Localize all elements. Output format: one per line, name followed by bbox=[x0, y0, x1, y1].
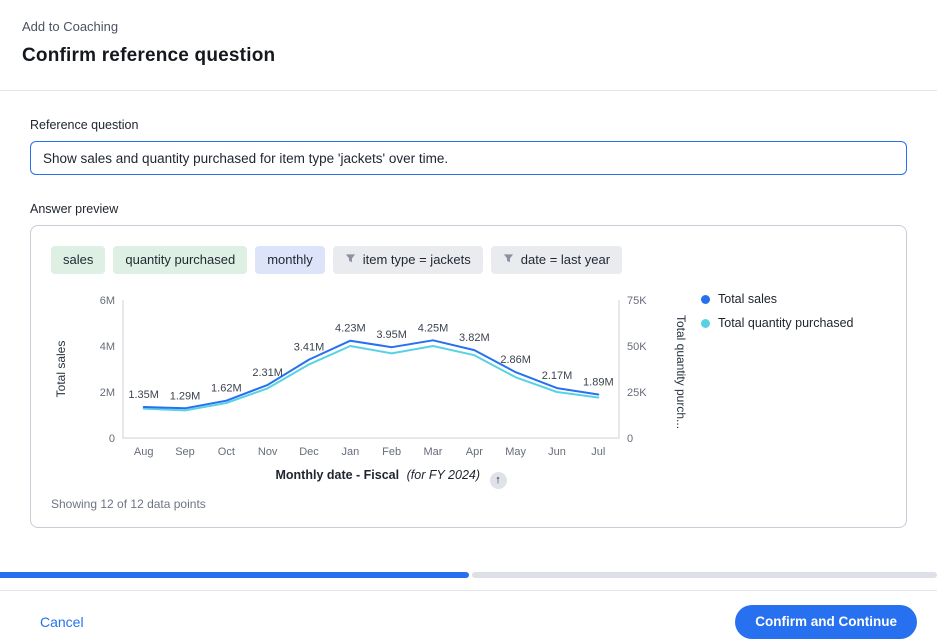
chip-label: monthly bbox=[267, 252, 313, 268]
dialog-header: Add to Coaching Confirm reference questi… bbox=[0, 0, 937, 68]
svg-text:Apr: Apr bbox=[466, 446, 483, 458]
confirm-reference-question-dialog: { "header": { "eyebrow": "Add to Coachin… bbox=[0, 0, 937, 642]
y2-axis-title: Total quantity purch... bbox=[674, 315, 688, 429]
reference-question-input[interactable] bbox=[30, 141, 907, 175]
svg-text:4M: 4M bbox=[100, 341, 115, 353]
dialog-footer: Cancel Confirm and Continue bbox=[0, 590, 937, 639]
svg-text:Nov: Nov bbox=[258, 446, 278, 458]
chart-area: Total sales 6M 4M 2M 0 75K 50K 25K 0 Aug Sep Oct No… bbox=[51, 286, 886, 489]
svg-text:2.17M: 2.17M bbox=[542, 370, 573, 382]
chip-label: sales bbox=[63, 252, 93, 268]
svg-text:Dec: Dec bbox=[299, 446, 319, 458]
progress-bar-fill bbox=[0, 572, 469, 578]
legend-item-total-sales[interactable]: Total sales bbox=[701, 292, 886, 306]
svg-text:Mar: Mar bbox=[424, 446, 443, 458]
svg-text:Sep: Sep bbox=[175, 446, 195, 458]
data-points-footnote: Showing 12 of 12 data points bbox=[51, 497, 886, 511]
svg-text:3.95M: 3.95M bbox=[376, 329, 407, 341]
chart-legend: Total sales Total quantity purchased bbox=[701, 286, 886, 489]
progress-bar bbox=[0, 572, 937, 578]
svg-text:1.29M: 1.29M bbox=[170, 390, 201, 402]
svg-text:0: 0 bbox=[109, 433, 115, 445]
cancel-button[interactable]: Cancel bbox=[40, 614, 84, 630]
svg-text:1.62M: 1.62M bbox=[211, 383, 242, 395]
chip-filter-item-type[interactable]: item type = jackets bbox=[333, 246, 483, 274]
x-axis-title-text: Monthly date - Fiscal bbox=[275, 468, 399, 482]
y-axis-title: Total sales bbox=[54, 341, 68, 398]
legend-label: Total quantity purchased bbox=[718, 316, 854, 330]
svg-text:2.31M: 2.31M bbox=[252, 367, 283, 379]
chip-label: item type = jackets bbox=[363, 252, 471, 268]
filter-funnel-icon bbox=[345, 252, 356, 268]
header-divider bbox=[0, 90, 937, 91]
legend-item-total-quantity[interactable]: Total quantity purchased bbox=[701, 316, 886, 330]
svg-text:4.25M: 4.25M bbox=[418, 322, 449, 334]
svg-text:75K: 75K bbox=[627, 295, 647, 307]
breadcrumb: Add to Coaching bbox=[22, 18, 915, 36]
svg-text:4.23M: 4.23M bbox=[335, 323, 366, 335]
svg-text:1.35M: 1.35M bbox=[128, 389, 159, 401]
sort-ascending-icon[interactable]: ↑ bbox=[490, 472, 507, 489]
legend-dot-blue bbox=[701, 295, 710, 304]
query-token-bar: sales quantity purchased monthly item ty… bbox=[51, 246, 886, 274]
x-axis-title: Monthly date - Fiscal (for FY 2024) ↑ bbox=[71, 468, 711, 489]
answer-preview-label: Answer preview bbox=[30, 201, 907, 217]
svg-text:3.41M: 3.41M bbox=[294, 342, 325, 354]
svg-text:3.82M: 3.82M bbox=[459, 332, 490, 344]
line-chart-svg: 6M 4M 2M 0 75K 50K 25K 0 Aug Sep Oct Nov Dec Jan Feb Ma… bbox=[71, 286, 671, 461]
svg-text:50K: 50K bbox=[627, 341, 647, 353]
svg-text:0: 0 bbox=[627, 433, 633, 445]
svg-text:25K: 25K bbox=[627, 387, 647, 399]
svg-text:2M: 2M bbox=[100, 387, 115, 399]
legend-dot-cyan bbox=[701, 319, 710, 328]
svg-text:Jun: Jun bbox=[548, 446, 566, 458]
reference-question-label: Reference question bbox=[30, 117, 907, 133]
confirm-and-continue-button[interactable]: Confirm and Continue bbox=[735, 605, 917, 639]
svg-text:Aug: Aug bbox=[134, 446, 154, 458]
line-chart: Total sales 6M 4M 2M 0 75K 50K 25K 0 Aug Sep Oct No… bbox=[51, 286, 691, 489]
svg-text:Jan: Jan bbox=[341, 446, 359, 458]
chip-quantity-purchased[interactable]: quantity purchased bbox=[113, 246, 247, 274]
chip-sales[interactable]: sales bbox=[51, 246, 105, 274]
chip-label: quantity purchased bbox=[125, 252, 235, 268]
answer-preview-panel: sales quantity purchased monthly item ty… bbox=[30, 225, 907, 528]
x-axis-title-suffix: (for FY 2024) bbox=[407, 468, 480, 482]
filter-funnel-icon bbox=[503, 252, 514, 268]
svg-text:Oct: Oct bbox=[218, 446, 235, 458]
legend-label: Total sales bbox=[718, 292, 777, 306]
chip-monthly[interactable]: monthly bbox=[255, 246, 325, 274]
svg-text:May: May bbox=[505, 446, 526, 458]
svg-text:1.89M: 1.89M bbox=[583, 377, 614, 389]
chip-filter-date[interactable]: date = last year bbox=[491, 246, 622, 274]
svg-text:2.86M: 2.86M bbox=[500, 354, 531, 366]
svg-text:Feb: Feb bbox=[382, 446, 401, 458]
chip-label: date = last year bbox=[521, 252, 610, 268]
svg-text:6M: 6M bbox=[100, 295, 115, 307]
progress-bar-track bbox=[472, 572, 937, 578]
dialog-body: Reference question Answer preview sales … bbox=[0, 117, 937, 528]
svg-text:Jul: Jul bbox=[591, 446, 605, 458]
page-title: Confirm reference question bbox=[22, 44, 915, 68]
